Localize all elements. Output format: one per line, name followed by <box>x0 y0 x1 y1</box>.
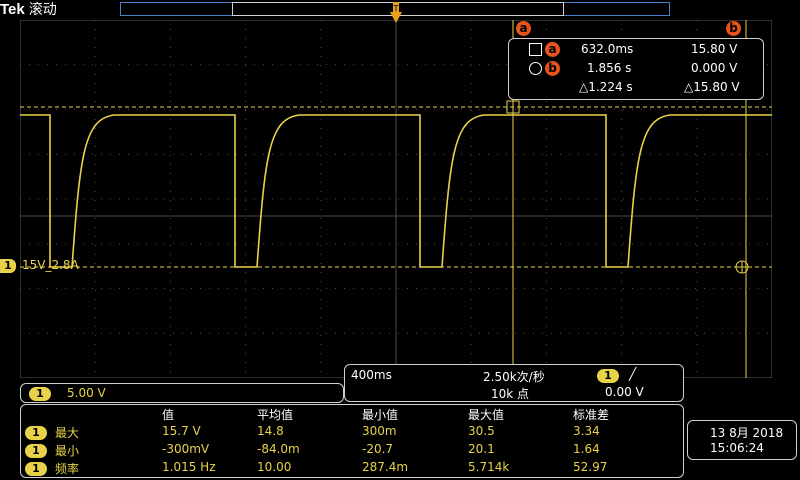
measurement-panel[interactable]: 值 平均值 最小值 最大值 标准差 1 最大 15.7 V 14.8 300m … <box>20 404 684 478</box>
measurement-name: 最大 <box>55 426 80 440</box>
measurement-mean: 10.00 <box>257 460 292 474</box>
cursor-a-badge[interactable]: a <box>516 21 531 36</box>
datetime-panel[interactable]: 13 8月 2018 15:06:24 <box>687 420 797 460</box>
measurement-min: 287.4m <box>362 460 409 474</box>
cursor-delta-volt: △15.80 V <box>684 80 740 94</box>
measurement-min: -20.7 <box>362 442 394 456</box>
record-length: 10k 点 <box>491 387 530 401</box>
measurement-max: 20.1 <box>468 442 495 456</box>
sample-rate: 2.50k次/秒 <box>483 370 545 384</box>
measurement-source-badge: 1 <box>25 426 47 440</box>
measurement-value: 1.015 Hz <box>162 460 216 474</box>
channel-1-scale: 5.00 V <box>67 386 106 400</box>
measurement-source-badge: 1 <box>25 462 47 476</box>
trigger-source-badge: 1 <box>597 369 619 383</box>
measurement-value: -300mV <box>162 442 210 456</box>
cursor-b-volt: 0.000 V <box>691 61 738 75</box>
measurement-max: 5.714k <box>468 460 510 474</box>
cursor-readout-panel[interactable]: a 632.0ms 15.80 V b 1.856 s 0.000 V △1.2… <box>508 38 764 100</box>
measurement-source-badge: 1 <box>25 444 47 458</box>
measurement-header: 最大值 <box>468 408 505 422</box>
channel-1-badge: 1 <box>29 387 51 401</box>
cursor-a-time: 632.0ms <box>581 42 634 56</box>
measurement-stddev: 3.34 <box>573 424 600 438</box>
cursor-b-badge[interactable]: b <box>726 21 741 36</box>
cursor-b-circle-icon <box>529 62 542 75</box>
vertical-scale-panel[interactable]: 1 5.00 V <box>20 383 344 403</box>
trigger-position-icon[interactable]: T <box>389 2 403 24</box>
time-display: 15:06:24 <box>710 441 764 455</box>
channel-1-ground-marker[interactable]: 1 <box>0 259 16 273</box>
measurement-stddev: 1.64 <box>573 442 600 456</box>
acquisition-panel[interactable]: 400ms 2.50k次/秒 10k 点 1 ╱ 0.00 V <box>344 364 684 402</box>
measurement-value: 15.7 V <box>162 424 201 438</box>
date-display: 13 8月 2018 <box>710 426 784 440</box>
cursor-delta-time: △1.224 s <box>579 80 633 94</box>
cursor-b-marker: b <box>545 61 560 76</box>
measurement-max: 30.5 <box>468 424 495 438</box>
channel-1-label: 15V_2.8A <box>22 258 79 272</box>
acquisition-mode: 滚动 <box>28 2 57 18</box>
measurement-name: 最小 <box>55 444 80 458</box>
measurement-header: 最小值 <box>362 408 399 422</box>
cursor-a-marker: a <box>545 42 560 57</box>
measurement-name: 频率 <box>55 462 80 476</box>
cursor-a-square-icon <box>529 43 542 56</box>
cursor-b-time: 1.856 s <box>587 61 632 75</box>
trigger-slope-icon: ╱ <box>629 367 637 381</box>
measurement-min: 300m <box>362 424 397 438</box>
measurement-header: 值 <box>162 408 175 422</box>
svg-text:T: T <box>393 4 399 13</box>
measurement-stddev: 52.97 <box>573 460 608 474</box>
brand-header: Tek 滚动 <box>0 0 57 20</box>
measurement-mean: -84.0m <box>257 442 300 456</box>
timebase: 400ms <box>351 368 392 382</box>
brand-logo: Tek <box>0 1 25 18</box>
measurement-header: 标准差 <box>573 408 610 422</box>
trigger-level: 0.00 V <box>605 385 644 399</box>
measurement-header: 平均值 <box>257 408 294 422</box>
cursor-a-volt: 15.80 V <box>691 42 738 56</box>
measurement-mean: 14.8 <box>257 424 284 438</box>
